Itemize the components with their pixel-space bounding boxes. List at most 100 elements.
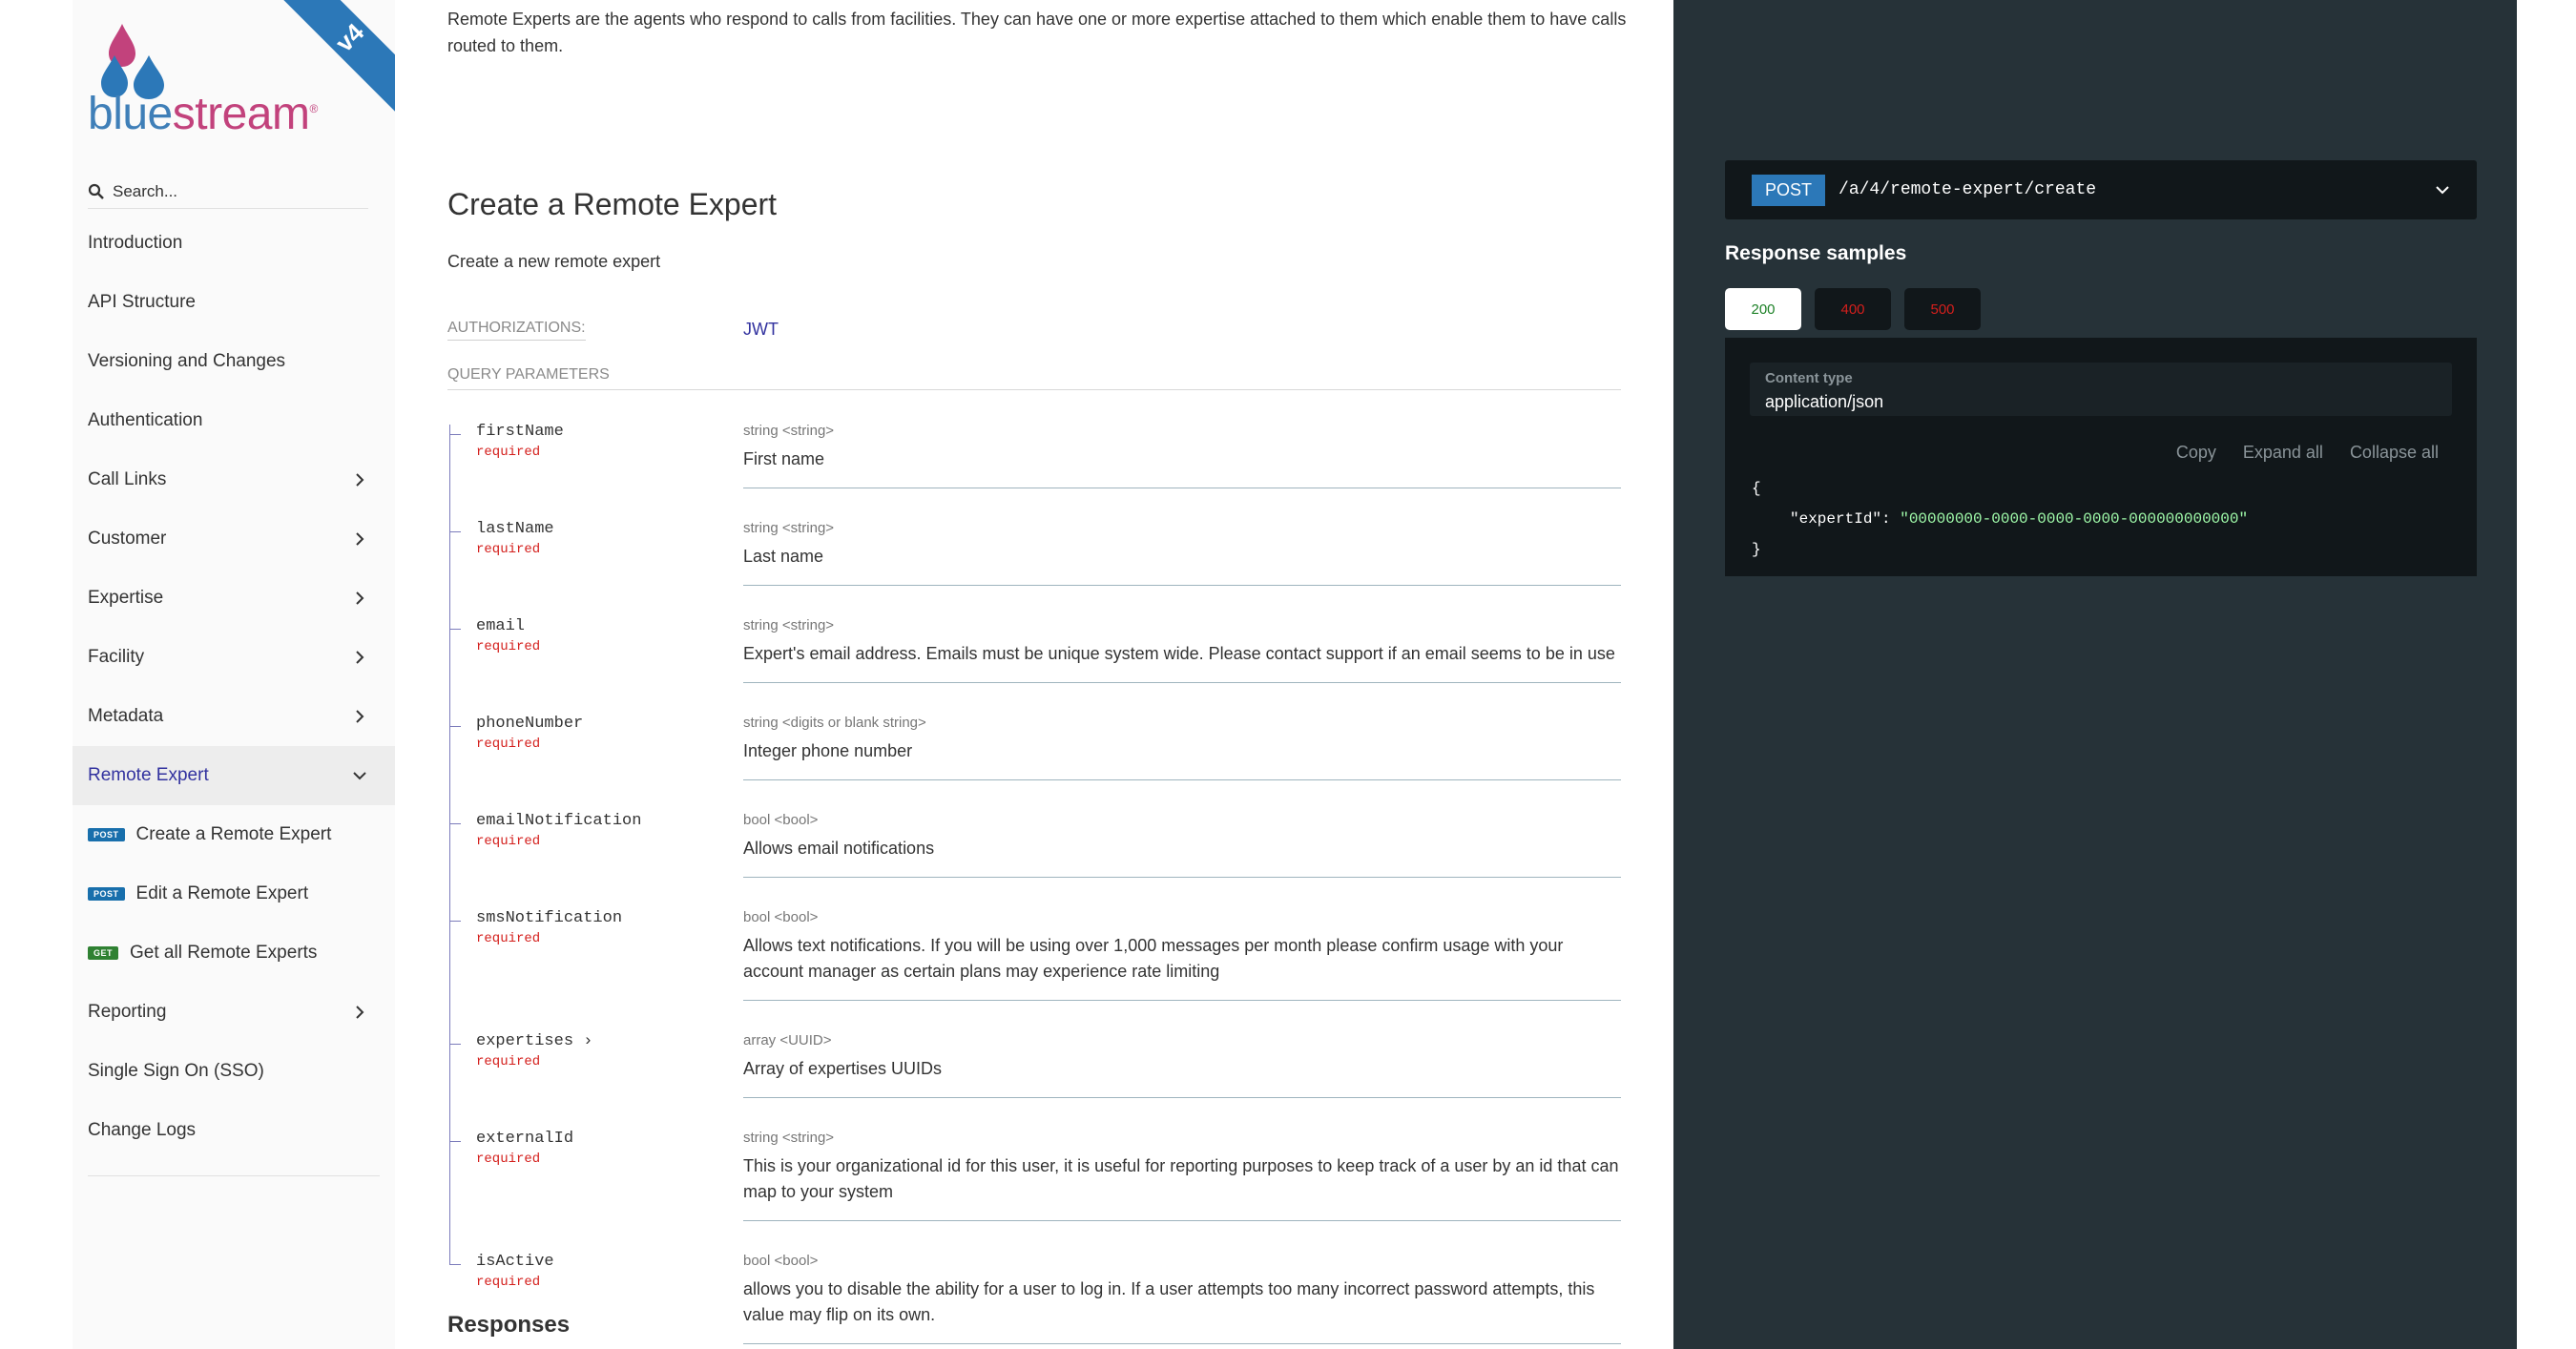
param-type: array <UUID> xyxy=(743,1032,832,1048)
tab-400[interactable]: 400 xyxy=(1815,288,1891,330)
collapse-all-button[interactable]: Collapse all xyxy=(2350,443,2439,463)
sidebar-subitem-create-remote-expert[interactable]: POST Create a Remote Expert xyxy=(73,805,395,864)
param-description: Allows text notifications. If you will b… xyxy=(743,936,1564,981)
sidebar-item-label: Customer xyxy=(88,529,167,549)
json-line: "expertId": "00000000-0000-0000-0000-000… xyxy=(1752,504,2248,534)
sidebar-subitem-edit-remote-expert[interactable]: POST Edit a Remote Expert xyxy=(73,864,395,924)
param-name-cell: expertises › required xyxy=(447,1001,743,1098)
tree-tick xyxy=(449,629,461,630)
param-description: Array of expertises UUIDs xyxy=(743,1059,943,1078)
method-badge: GET xyxy=(88,946,119,960)
right-panel: POST /a/4/remote-expert/create Response … xyxy=(1673,0,2517,1349)
sidebar-item-label: Reporting xyxy=(88,1002,167,1022)
param-description: First name xyxy=(743,449,825,468)
method-badge: POST xyxy=(88,828,125,841)
param-detail-cell: string <string> This is your organizatio… xyxy=(743,1098,1621,1221)
params-table: firstName required string <string> First… xyxy=(447,391,1621,1344)
brand-part-pink: stream xyxy=(172,89,310,139)
param-row: expertises › required array <UUID> Array… xyxy=(447,1001,1621,1098)
sidebar-item-sso[interactable]: Single Sign On (SSO) xyxy=(73,1042,395,1101)
sidebar-subitem-get-all-remote-experts[interactable]: GET Get all Remote Experts xyxy=(73,924,395,983)
param-row: emailNotification required bool <bool> A… xyxy=(447,780,1621,878)
authorizations-label: AUTHORIZATIONS: xyxy=(447,320,743,341)
param-required: required xyxy=(476,542,541,557)
param-name: lastName xyxy=(476,520,554,538)
param-required: required xyxy=(476,1275,541,1290)
param-name: smsNotification xyxy=(476,909,623,927)
tree-tick xyxy=(449,1141,461,1142)
tree-line xyxy=(449,586,450,683)
sidebar-item-label: Versioning and Changes xyxy=(88,351,286,371)
param-description: Integer phone number xyxy=(743,741,913,760)
param-name-cell: lastName required xyxy=(447,488,743,586)
sidebar-item-versioning[interactable]: Versioning and Changes xyxy=(73,332,395,391)
sidebar-item-reporting[interactable]: Reporting xyxy=(73,983,395,1042)
json-colon: : xyxy=(1881,510,1901,528)
chevron-right-icon xyxy=(356,651,364,664)
param-detail-cell: string <string> First name xyxy=(743,391,1621,488)
tree-tick xyxy=(449,726,461,727)
param-row: smsNotification required bool <bool> All… xyxy=(447,878,1621,1001)
sidebar-menu: Introduction API Structure Versioning an… xyxy=(73,214,395,1176)
search-input[interactable] xyxy=(113,181,351,201)
tree-line xyxy=(449,488,450,586)
param-description: allows you to disable the ability for a … xyxy=(743,1279,1595,1324)
logo[interactable]: bluestream® v4 xyxy=(73,0,395,167)
chevron-right-icon xyxy=(356,473,364,487)
sidebar-item-label: Change Logs xyxy=(88,1120,197,1140)
brand-wordmark: bluestream® xyxy=(88,88,318,140)
sidebar-item-metadata[interactable]: Metadata xyxy=(73,687,395,746)
sidebar-item-facility[interactable]: Facility xyxy=(73,628,395,687)
chevron-right-icon xyxy=(356,532,364,546)
param-required: required xyxy=(476,737,541,752)
json-value: "00000000-0000-0000-0000-000000000000" xyxy=(1900,510,2249,528)
endpoint-toggle[interactable]: POST /a/4/remote-expert/create xyxy=(1725,160,2477,219)
sidebar-item-label: Introduction xyxy=(88,233,183,253)
sidebar-subitem-label: Get all Remote Experts xyxy=(130,943,318,963)
sidebar-item-change-logs[interactable]: Change Logs xyxy=(73,1101,395,1160)
sidebar-item-remote-expert[interactable]: Remote Expert xyxy=(73,746,395,805)
sidebar-item-customer[interactable]: Customer xyxy=(73,509,395,569)
tree-line xyxy=(449,1221,450,1265)
authorizations-value[interactable]: JWT xyxy=(743,320,779,340)
sidebar-item-introduction[interactable]: Introduction xyxy=(73,214,395,273)
sidebar-item-label: Facility xyxy=(88,647,145,667)
sidebar-item-api-structure[interactable]: API Structure xyxy=(73,273,395,332)
param-type: bool <bool> xyxy=(743,909,819,925)
sidebar-item-call-links[interactable]: Call Links xyxy=(73,450,395,509)
registered-mark: ® xyxy=(309,102,318,115)
sidebar-item-authentication[interactable]: Authentication xyxy=(73,391,395,450)
param-type: string <string> xyxy=(743,520,835,536)
param-name-expandable[interactable]: expertises › xyxy=(476,1032,743,1050)
param-required: required xyxy=(476,1054,541,1069)
param-name: email xyxy=(476,617,526,635)
query-parameters-label: QUERY PARAMETERS xyxy=(447,366,1621,390)
copy-button[interactable]: Copy xyxy=(2176,443,2216,463)
sidebar-item-label: Authentication xyxy=(88,410,203,430)
code-actions: Copy Expand all Collapse all xyxy=(2176,443,2439,463)
param-type: string <digits or blank string> xyxy=(743,715,926,731)
sidebar-item-expertise[interactable]: Expertise xyxy=(73,569,395,628)
chevron-right-icon xyxy=(356,710,364,723)
param-detail-cell: string <string> Last name xyxy=(743,488,1621,586)
operation-title: Create a Remote Expert xyxy=(447,187,778,221)
param-description: Allows email notifications xyxy=(743,839,935,858)
tree-tick xyxy=(449,823,461,824)
main-content: Remote Experts are the agents who respon… xyxy=(395,0,1673,1349)
tab-200[interactable]: 200 xyxy=(1725,288,1801,330)
json-open-brace[interactable]: { xyxy=(1752,473,2248,504)
tab-500[interactable]: 500 xyxy=(1904,288,1981,330)
tree-line xyxy=(449,1098,450,1221)
param-detail-cell: array <UUID> Array of expertises UUIDs xyxy=(743,1001,1621,1098)
search-box[interactable] xyxy=(88,175,368,209)
sidebar-item-label: Expertise xyxy=(88,588,164,608)
param-row: email required string <string> Expert's … xyxy=(447,586,1621,683)
param-name: externalId xyxy=(476,1130,574,1148)
expand-all-button[interactable]: Expand all xyxy=(2243,443,2323,463)
param-row: externalId required string <string> This… xyxy=(447,1098,1621,1221)
chevron-right-icon xyxy=(356,1006,364,1019)
authorizations-label-text: AUTHORIZATIONS: xyxy=(447,320,586,341)
param-name: emailNotification xyxy=(476,812,642,830)
content-type-select[interactable]: Content type application/json xyxy=(1750,363,2452,416)
param-name-cell: phoneNumber required xyxy=(447,683,743,780)
